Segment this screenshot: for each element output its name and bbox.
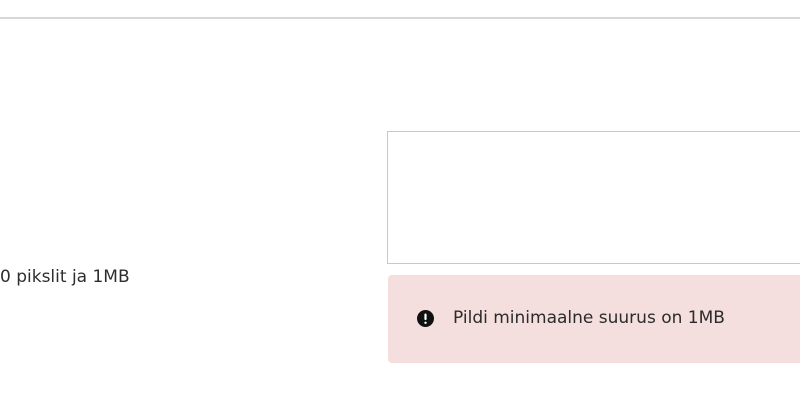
top-divider <box>0 17 800 19</box>
exclamation-circle-icon <box>417 310 434 327</box>
image-upload-dropzone[interactable] <box>387 131 800 264</box>
form-page: 0 pikslit ja 1MB Pildi minimaalne suurus… <box>0 0 800 400</box>
error-alert: Pildi minimaalne suurus on 1MB <box>388 275 800 363</box>
image-size-hint: 0 pikslit ja 1MB <box>0 267 130 287</box>
error-message: Pildi minimaalne suurus on 1MB <box>453 308 725 328</box>
